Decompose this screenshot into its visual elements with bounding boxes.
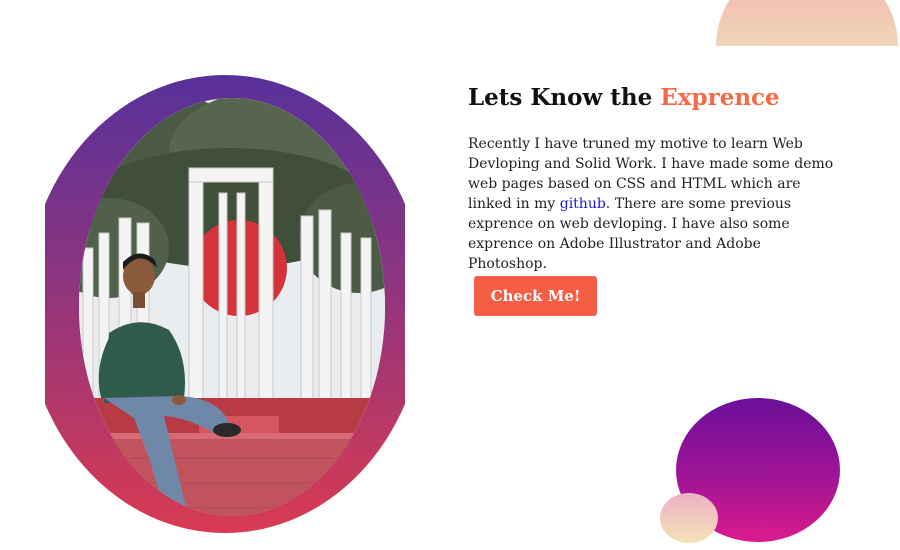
title-accent: Exprence <box>660 84 780 111</box>
check-me-button[interactable]: Check Me! <box>474 276 597 316</box>
decorative-half-circle-top <box>716 0 898 46</box>
profile-photo <box>79 98 385 516</box>
title-prefix: Lets Know the <box>468 84 653 111</box>
section-title: Lets Know the Exprence <box>468 84 780 111</box>
about-description: Recently I have truned my motive to lear… <box>468 134 840 274</box>
github-link[interactable]: github <box>560 196 606 212</box>
profile-photo-frame <box>45 75 405 550</box>
decorative-peach-blob <box>660 493 718 543</box>
